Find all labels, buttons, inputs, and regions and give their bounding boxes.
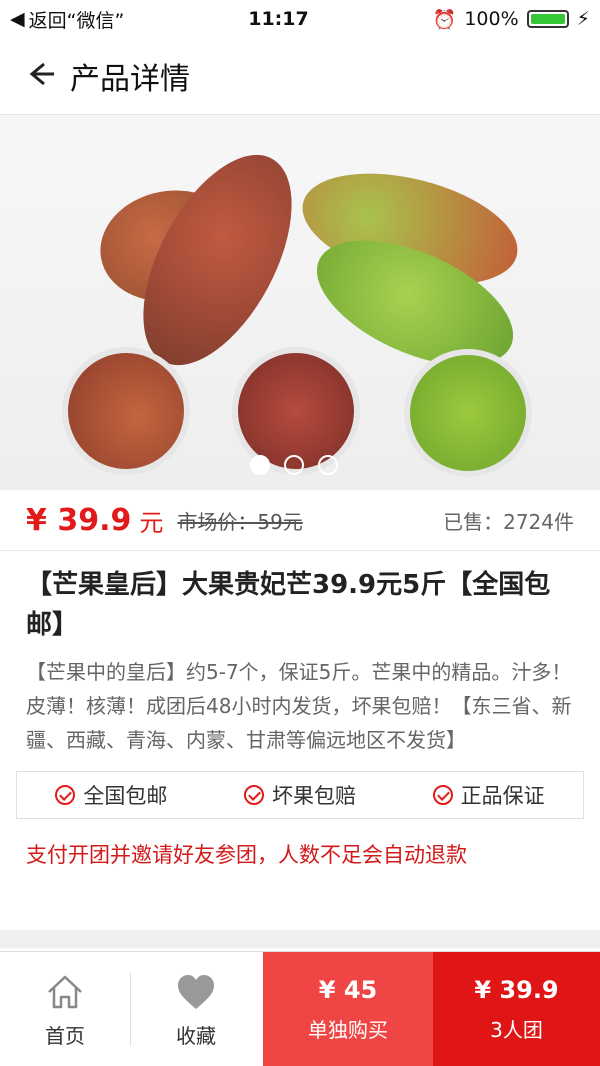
guarantee-bar: 全国包邮 坏果包赔 正品保证 (16, 771, 584, 819)
back-arrow-icon[interactable] (24, 58, 56, 94)
back-to-wechat[interactable]: ◀ 返回“微信” (10, 6, 124, 33)
favorite-tab-label: 收藏 (176, 1023, 216, 1048)
zoom-detail-3 (404, 349, 532, 477)
product-title: 【芒果皇后】大果贵妃芒39.9元5斤【全国包邮】 (26, 570, 551, 640)
carousel-dot-3[interactable] (318, 455, 338, 475)
product-description: 【芒果中的皇后】约5-7个，保证5斤。芒果中的精品。汁多！皮薄！核薄！成团后48… (26, 660, 572, 752)
group-buy-label: 3人团 (490, 1017, 543, 1042)
buy-solo-button[interactable]: ¥ 45 单独购买 (263, 952, 433, 1066)
bottom-action-bar: 首页 收藏 ¥ 45 单独购买 ¥ 39.9 3人团 (0, 951, 600, 1066)
group-buy-notice: 支付开团并邀请好友参团，人数不足会自动退款 (26, 843, 467, 867)
price-unit: 元 (139, 508, 164, 537)
page-title: 产品详情 (70, 62, 190, 97)
charging-icon: ⚡ (576, 8, 590, 30)
sold-count: 已售：2724件 (443, 509, 574, 534)
solo-label: 单独购买 (308, 1017, 388, 1042)
guarantee-label: 全国包邮 (83, 784, 168, 808)
market-price: 市场价：59元 (177, 509, 303, 534)
guarantee-free-shipping: 全国包邮 (55, 780, 167, 810)
home-tab-label: 首页 (45, 1023, 85, 1048)
status-bar: ◀ 返回“微信” 11:17 ⏰ 100% ⚡ (0, 0, 600, 38)
guarantee-damage-refund: 坏果包赔 (243, 780, 356, 810)
zoom-detail-1 (62, 347, 190, 475)
carousel-dot-2[interactable] (284, 455, 304, 475)
section-divider (0, 930, 600, 948)
carousel-indicator (250, 455, 338, 475)
home-tab[interactable]: 首页 (0, 952, 130, 1066)
battery-icon (526, 10, 569, 28)
price-row: ¥ 39.9 元 市场价：59元 已售：2724件 (0, 490, 600, 551)
product-image-carousel[interactable] (0, 115, 600, 490)
alarm-icon: ⏰ (432, 8, 457, 31)
guarantee-label: 正品保证 (460, 784, 545, 808)
solo-price: ¥ 45 (318, 975, 378, 1004)
back-triangle-icon: ◀ (10, 8, 25, 30)
navigation-bar: 产品详情 (0, 38, 600, 115)
carousel-dot-1[interactable] (250, 455, 270, 475)
heart-icon (176, 970, 216, 1014)
group-buy-price: ¥ 39.9 (474, 975, 559, 1004)
group-buy-button[interactable]: ¥ 39.9 3人团 (433, 952, 600, 1066)
home-icon (45, 970, 85, 1014)
guarantee-genuine: 正品保证 (432, 780, 545, 810)
guarantee-label: 坏果包赔 (271, 784, 356, 808)
group-price: ¥ 39.9 (26, 502, 132, 538)
battery-percent: 100% (464, 8, 519, 30)
status-time: 11:17 (248, 8, 309, 30)
favorite-tab[interactable]: 收藏 (131, 952, 261, 1066)
check-circle-icon (243, 785, 264, 805)
check-circle-icon (55, 785, 76, 805)
check-circle-icon (432, 785, 453, 805)
back-to-wechat-label: 返回“微信” (28, 9, 125, 32)
